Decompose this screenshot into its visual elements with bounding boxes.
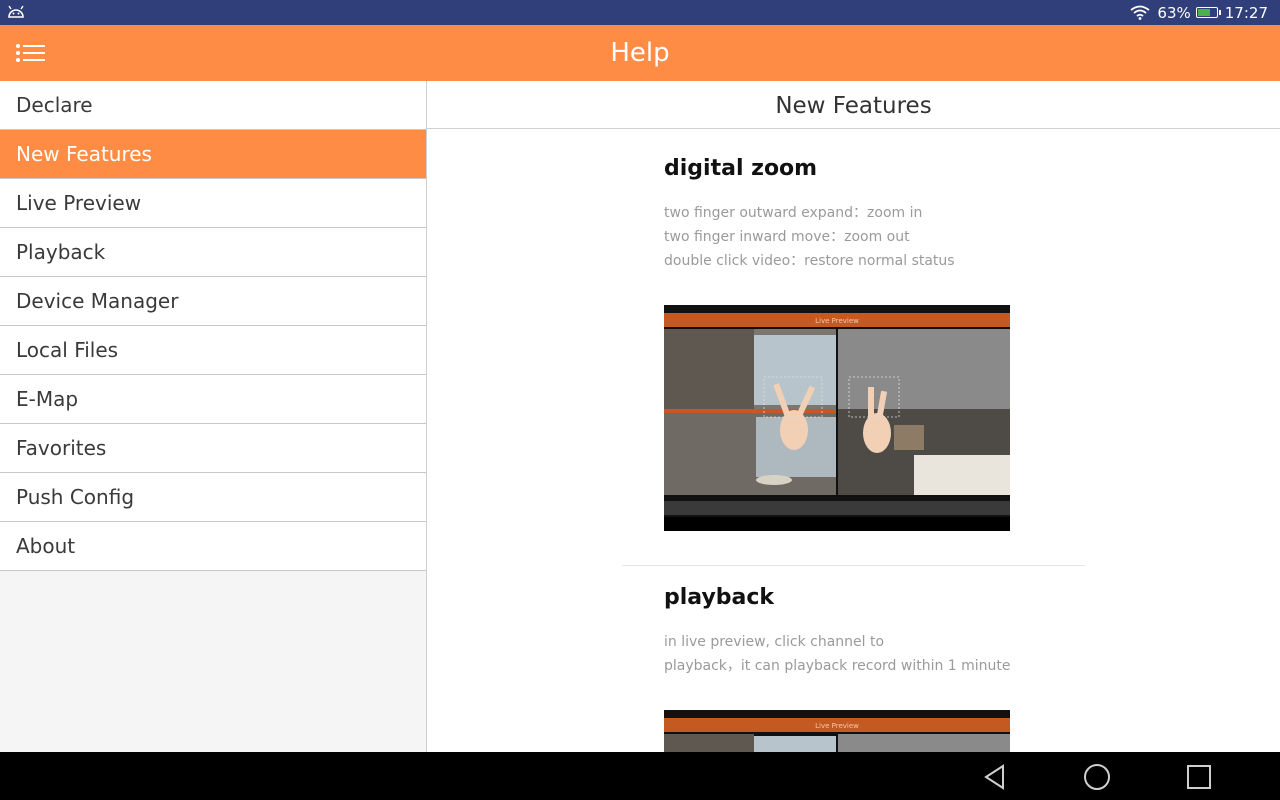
- recents-icon[interactable]: [1184, 762, 1214, 792]
- android-notification-icon: [8, 5, 24, 18]
- help-content-panel[interactable]: New Features digital zoom two finger out…: [427, 81, 1280, 752]
- sidebar-item-live-preview[interactable]: Live Preview: [0, 179, 426, 228]
- content-header: New Features: [427, 81, 1280, 129]
- feature-section-digital-zoom: digital zoom two finger outward expand：z…: [664, 156, 1064, 273]
- battery-percent: 63%: [1157, 3, 1191, 22]
- feature-description-line: two finger outward expand：zoom in: [664, 205, 923, 221]
- status-bar: 63% 17:27: [0, 0, 1280, 25]
- sidebar-item-about[interactable]: About: [0, 522, 426, 571]
- sidebar-item-local-files[interactable]: Local Files: [0, 326, 426, 375]
- sidebar-item-device-manager[interactable]: Device Manager: [0, 277, 426, 326]
- app-bar: Help: [0, 25, 1280, 81]
- feature-description-line: two finger inward move：zoom out: [664, 229, 910, 245]
- sidebar-item-push-config[interactable]: Push Config: [0, 473, 426, 522]
- digital-zoom-screenshot: Live Preview: [664, 305, 1010, 531]
- battery-icon: [1195, 7, 1221, 18]
- section-divider: [622, 565, 1085, 566]
- sidebar-item-new-features[interactable]: New Features: [0, 130, 426, 179]
- sidebar-item-e-map[interactable]: E-Map: [0, 375, 426, 424]
- screenshot-title: Live Preview: [815, 317, 859, 325]
- wifi-icon: [1130, 5, 1150, 20]
- clock: 17:27: [1224, 3, 1268, 22]
- feature-description-line: playback，it can playback record within 1…: [664, 658, 1011, 674]
- system-navigation-bar: [0, 752, 1280, 800]
- screenshot-title: Live Preview: [815, 722, 859, 730]
- feature-description-line: double click video：restore normal status: [664, 253, 955, 269]
- help-topic-sidebar: Declare New Features Live Preview Playba…: [0, 81, 427, 752]
- sidebar-item-favorites[interactable]: Favorites: [0, 424, 426, 473]
- page-title: Help: [610, 38, 670, 68]
- sidebar-item-playback[interactable]: Playback: [0, 228, 426, 277]
- feature-title: playback: [664, 585, 775, 610]
- sidebar-item-declare[interactable]: Declare: [0, 81, 426, 130]
- feature-title: digital zoom: [664, 156, 818, 181]
- feature-section-playback: playback in live preview, click channel …: [664, 585, 1064, 678]
- playback-screenshot: Live Preview: [664, 710, 1010, 752]
- back-icon[interactable]: [980, 762, 1010, 792]
- home-icon[interactable]: [1082, 762, 1112, 792]
- feature-description-line: in live preview, click channel to: [664, 634, 885, 650]
